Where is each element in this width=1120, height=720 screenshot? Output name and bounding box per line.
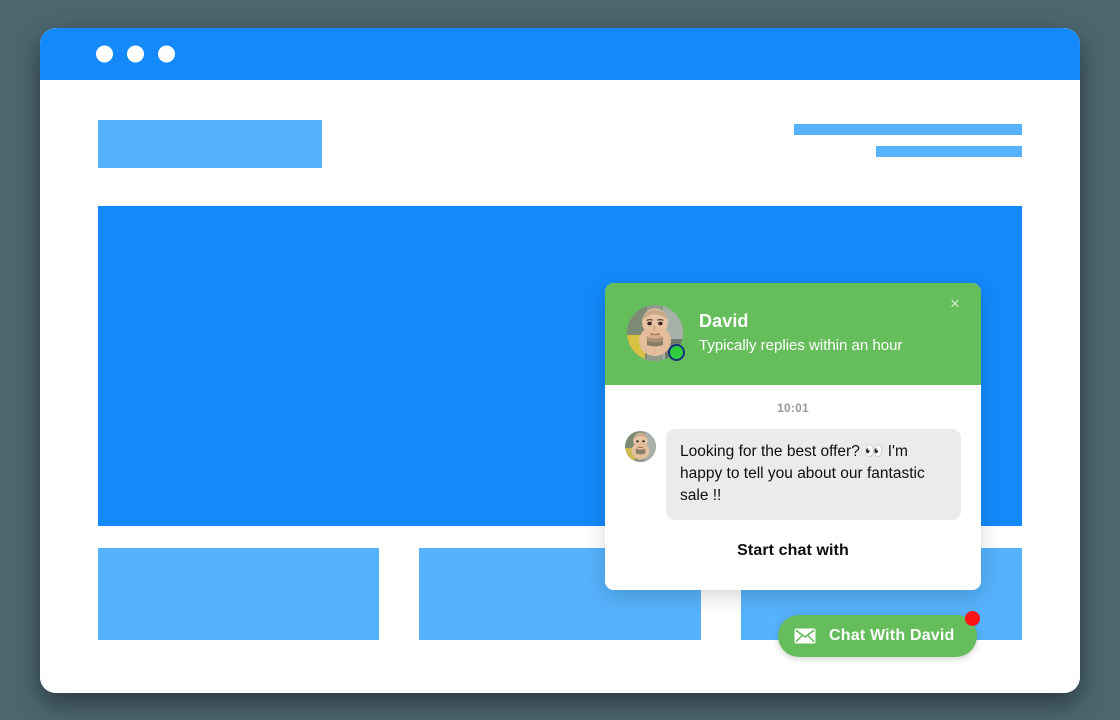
browser-title-bar [40, 28, 1080, 80]
message-agent-avatar [625, 431, 656, 462]
close-icon[interactable]: × [943, 291, 967, 315]
chat-launcher-button[interactable]: Chat With David [778, 611, 980, 657]
nav-line-secondary [876, 146, 1022, 157]
chat-launcher-label: Chat With David [829, 627, 955, 644]
nav-line-primary [794, 124, 1022, 135]
online-status-dot [668, 344, 685, 361]
page-header-row [98, 120, 1022, 168]
chat-widget-footer: Start chat with [605, 520, 981, 590]
nav-placeholder [794, 120, 1022, 157]
agent-header-text: David Typically replies within an hour [699, 310, 902, 356]
start-chat-label: Start chat with [737, 542, 849, 559]
logo-placeholder [98, 120, 322, 168]
maximize-window-dot[interactable] [158, 45, 175, 63]
agent-avatar-wrapper [627, 305, 685, 361]
envelope-icon [794, 628, 816, 644]
chat-message-bubble: Looking for the best offer? 👀 I'm happy … [666, 429, 961, 520]
message-timestamp: 10:01 [777, 401, 809, 415]
close-window-dot[interactable] [96, 45, 113, 63]
chat-widget-header: × David Typically replies within an hour [605, 283, 981, 385]
chat-widget-panel: × David Typically replies within an hour… [605, 283, 981, 590]
notification-badge [964, 611, 980, 626]
card-placeholder-1 [98, 548, 380, 640]
chat-message-list: 10:01 Looking for the best offer? 👀 I'm … [605, 385, 981, 520]
agent-name: David [699, 311, 749, 332]
minimize-window-dot[interactable] [127, 45, 144, 63]
screenshot-stage: × David Typically replies within an hour… [0, 0, 1120, 720]
agent-reply-time: Typically replies within an hour [699, 336, 903, 354]
chat-message-row: Looking for the best offer? 👀 I'm happy … [625, 429, 961, 520]
window-controls[interactable] [96, 45, 175, 63]
